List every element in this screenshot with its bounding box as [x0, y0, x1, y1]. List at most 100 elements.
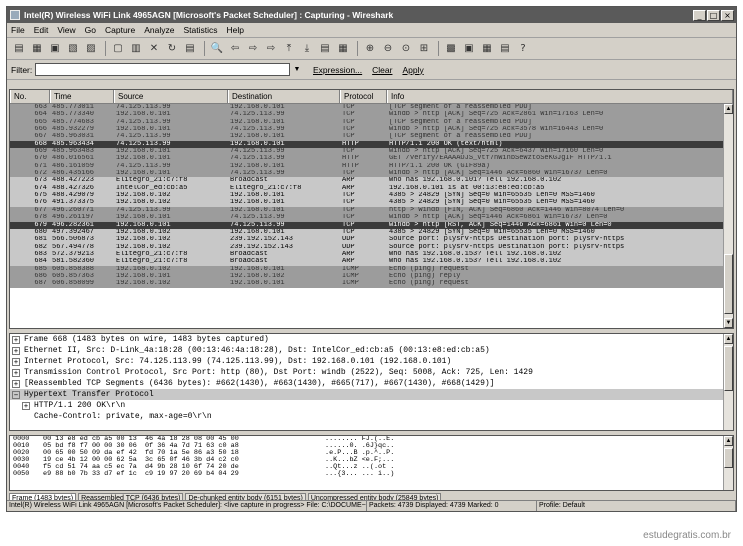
packet-row[interactable]: 675 488.429079 192.168.0.102 192.168.0.101 T…: [10, 192, 733, 200]
expand-icon[interactable]: +: [12, 346, 20, 355]
packet-row[interactable]: 677 496.260771 74.125.113.99 192.168.0.101 T…: [10, 206, 733, 215]
detail-tree-item[interactable]: − Hypertext Transfer Protocol: [10, 389, 733, 400]
packet-row[interactable]: 676 491.373375 192.168.0.102 192.168.0.101 T…: [10, 199, 733, 207]
packet-row[interactable]: 683 572.379213 Elitegro_21:c7:f8 Broadcast A…: [10, 250, 733, 259]
detail-tree-item[interactable]: + HTTP/1.1 200 OK\r\n: [10, 400, 733, 411]
packet-row[interactable]: 672 486.435166 192.168.0.101 74.125.113.99 T…: [10, 170, 733, 178]
expand-icon[interactable]: +: [12, 335, 20, 344]
details-scroll-up-icon[interactable]: ▲: [724, 334, 733, 344]
first-icon[interactable]: ⤒: [281, 41, 297, 56]
packet-row[interactable]: 682 567.494778 192.168.0.102 239.192.152.14…: [10, 243, 733, 251]
packet-row[interactable]: 669 485.963483 192.168.0.101 74.125.113.99 T…: [10, 148, 733, 156]
bytes-scroll-thumb[interactable]: [724, 448, 733, 468]
scroll-down-icon[interactable]: ▼: [724, 318, 733, 328]
find-icon[interactable]: 🔍: [209, 41, 225, 56]
display-filters-icon[interactable]: ▣: [461, 41, 477, 56]
menu-analyze[interactable]: Analyze: [144, 25, 174, 35]
interface-icon[interactable]: ▤: [11, 41, 27, 56]
details-scroll-thumb[interactable]: [724, 346, 733, 391]
packet-row[interactable]: 674 488.427326 IntelCor_ed:cb:a5 Elitegro_2…: [10, 184, 733, 193]
capture-filters-icon[interactable]: ▩: [443, 41, 459, 56]
expression-button[interactable]: Expression...: [313, 65, 362, 75]
status-profile[interactable]: Profile: Default: [537, 501, 736, 511]
filter-dropdown-icon[interactable]: ▼: [291, 63, 303, 76]
detail-tree-item[interactable]: Cache-Control: private, max-age=0\r\n: [10, 411, 733, 422]
expand-icon[interactable]: +: [22, 401, 30, 410]
reload-icon[interactable]: ↻: [164, 41, 180, 56]
zoom-normal-icon[interactable]: ⊙: [398, 41, 414, 56]
menu-edit[interactable]: Edit: [34, 25, 49, 35]
packet-row[interactable]: 678 496.261197 192.168.0.101 74.125.113.99 T…: [10, 214, 733, 222]
col-destination-header[interactable]: Destination: [228, 90, 340, 103]
col-info-header[interactable]: Info: [387, 90, 733, 103]
forward-icon[interactable]: ⇨: [245, 41, 261, 56]
packet-list-scrollbar[interactable]: ▲ ▼: [723, 104, 733, 328]
print-icon[interactable]: ▤: [182, 41, 198, 56]
collapse-icon[interactable]: −: [12, 390, 20, 399]
menu-go[interactable]: Go: [85, 25, 96, 35]
close-icon[interactable]: ✕: [146, 41, 162, 56]
scroll-up-icon[interactable]: ▲: [724, 104, 733, 114]
packet-row[interactable]: 671 486.161059 74.125.113.99 192.168.0.101 H…: [10, 162, 733, 171]
autoscroll-icon[interactable]: ▦: [335, 41, 351, 56]
packet-row[interactable]: 681 566.506873 192.168.0.102 239.192.152.14…: [10, 236, 733, 244]
packet-row[interactable]: 673 488.427223 Elitegro_21:c7:f8 Broadcast A…: [10, 177, 733, 185]
start-icon[interactable]: ▣: [47, 41, 63, 56]
packet-row[interactable]: 668 485.963434 74.125.113.99 192.168.0.101 H…: [10, 140, 733, 149]
packet-row[interactable]: 663 485.773011 74.125.113.99 192.168.0.101 T…: [10, 104, 733, 112]
zoom-out-icon[interactable]: ⊖: [380, 41, 396, 56]
clear-button[interactable]: Clear: [372, 65, 392, 75]
last-icon[interactable]: ⤓: [299, 41, 315, 56]
packet-row[interactable]: 687 606.858099 192.168.0.102 192.168.0.101 I…: [10, 280, 733, 288]
minimize-button[interactable]: _: [693, 9, 706, 21]
packet-row[interactable]: 684 581.582360 Elitegro_21:c7:f8 Broadcast A…: [10, 258, 733, 266]
packet-row[interactable]: 664 485.773340 192.168.0.101 74.125.113.99 T…: [10, 111, 733, 119]
menu-statistics[interactable]: Statistics: [183, 25, 217, 35]
goto-icon[interactable]: ⇨: [263, 41, 279, 56]
close-button[interactable]: ×: [721, 9, 734, 21]
col-time-header[interactable]: Time: [50, 90, 114, 103]
packet-row[interactable]: 670 486.016561 192.168.0.101 74.125.113.99 H…: [10, 155, 733, 163]
expand-icon[interactable]: +: [12, 379, 20, 388]
apply-button[interactable]: Apply: [402, 65, 423, 75]
open-icon[interactable]: ▢: [110, 41, 126, 56]
zoom-in-icon[interactable]: ⊕: [362, 41, 378, 56]
detail-tree-item[interactable]: + Internet Protocol, Src: 74.125.113.99 (…: [10, 356, 733, 367]
menu-file[interactable]: File: [11, 25, 25, 35]
colorize-icon[interactable]: ▤: [317, 41, 333, 56]
bytes-scrollbar[interactable]: ▲: [723, 436, 733, 490]
col-source-header[interactable]: Source: [114, 90, 228, 103]
detail-tree-item[interactable]: + Frame 668 (1483 bytes on wire, 1483 byt…: [10, 334, 733, 345]
bytes-scroll-up-icon[interactable]: ▲: [724, 436, 733, 446]
preferences-icon[interactable]: ▤: [497, 41, 513, 56]
col-no-header[interactable]: No.: [10, 90, 50, 103]
detail-tree-item[interactable]: + Ethernet II, Src: D-Link_4a:18:28 (00:1…: [10, 345, 733, 356]
restart-icon[interactable]: ▨: [83, 41, 99, 56]
help-icon[interactable]: ?: [515, 41, 531, 56]
hex-line[interactable]: 0050 e9 88 b0 7b 33 d7 ef 1c c9 19 97 20 …: [10, 471, 733, 478]
resize-columns-icon[interactable]: ⊞: [416, 41, 432, 56]
detail-tree-item[interactable]: + Transmission Control Protocol, Src Port…: [10, 367, 733, 378]
packet-row[interactable]: 679 496.282361 192.168.0.101 74.125.113.99 T…: [10, 221, 733, 229]
packet-row[interactable]: 685 605.858388 192.168.0.102 192.168.0.101 I…: [10, 265, 733, 273]
details-scrollbar[interactable]: ▲: [723, 334, 733, 430]
packet-row[interactable]: 666 485.932279 192.168.0.101 74.125.113.99 T…: [10, 126, 733, 134]
detail-tree-item[interactable]: + [Reassembled TCP Segments (6436 bytes):…: [10, 378, 733, 389]
packet-row[interactable]: 665 485.774683 74.125.113.99 192.168.0.101 T…: [10, 118, 733, 127]
scroll-thumb[interactable]: [724, 254, 733, 314]
expand-icon[interactable]: +: [12, 357, 20, 366]
packet-row[interactable]: 680 497.392467 192.168.0.102 192.168.0.101 T…: [10, 228, 733, 237]
filter-input[interactable]: [35, 63, 290, 76]
packet-row[interactable]: 686 605.857363 192.168.0.101 192.168.0.102 I…: [10, 272, 733, 281]
maximize-button[interactable]: □: [707, 9, 720, 21]
menu-view[interactable]: View: [57, 25, 75, 35]
menu-capture[interactable]: Capture: [105, 25, 135, 35]
menu-help[interactable]: Help: [227, 25, 244, 35]
coloring-rules-icon[interactable]: ▦: [479, 41, 495, 56]
col-protocol-header[interactable]: Protocol: [340, 90, 387, 103]
stop-icon[interactable]: ▧: [65, 41, 81, 56]
packet-row[interactable]: 667 485.963031 74.125.113.99 192.168.0.101 T…: [10, 133, 733, 141]
expand-icon[interactable]: +: [12, 368, 20, 377]
save-icon[interactable]: ▥: [128, 41, 144, 56]
back-icon[interactable]: ⇦: [227, 41, 243, 56]
